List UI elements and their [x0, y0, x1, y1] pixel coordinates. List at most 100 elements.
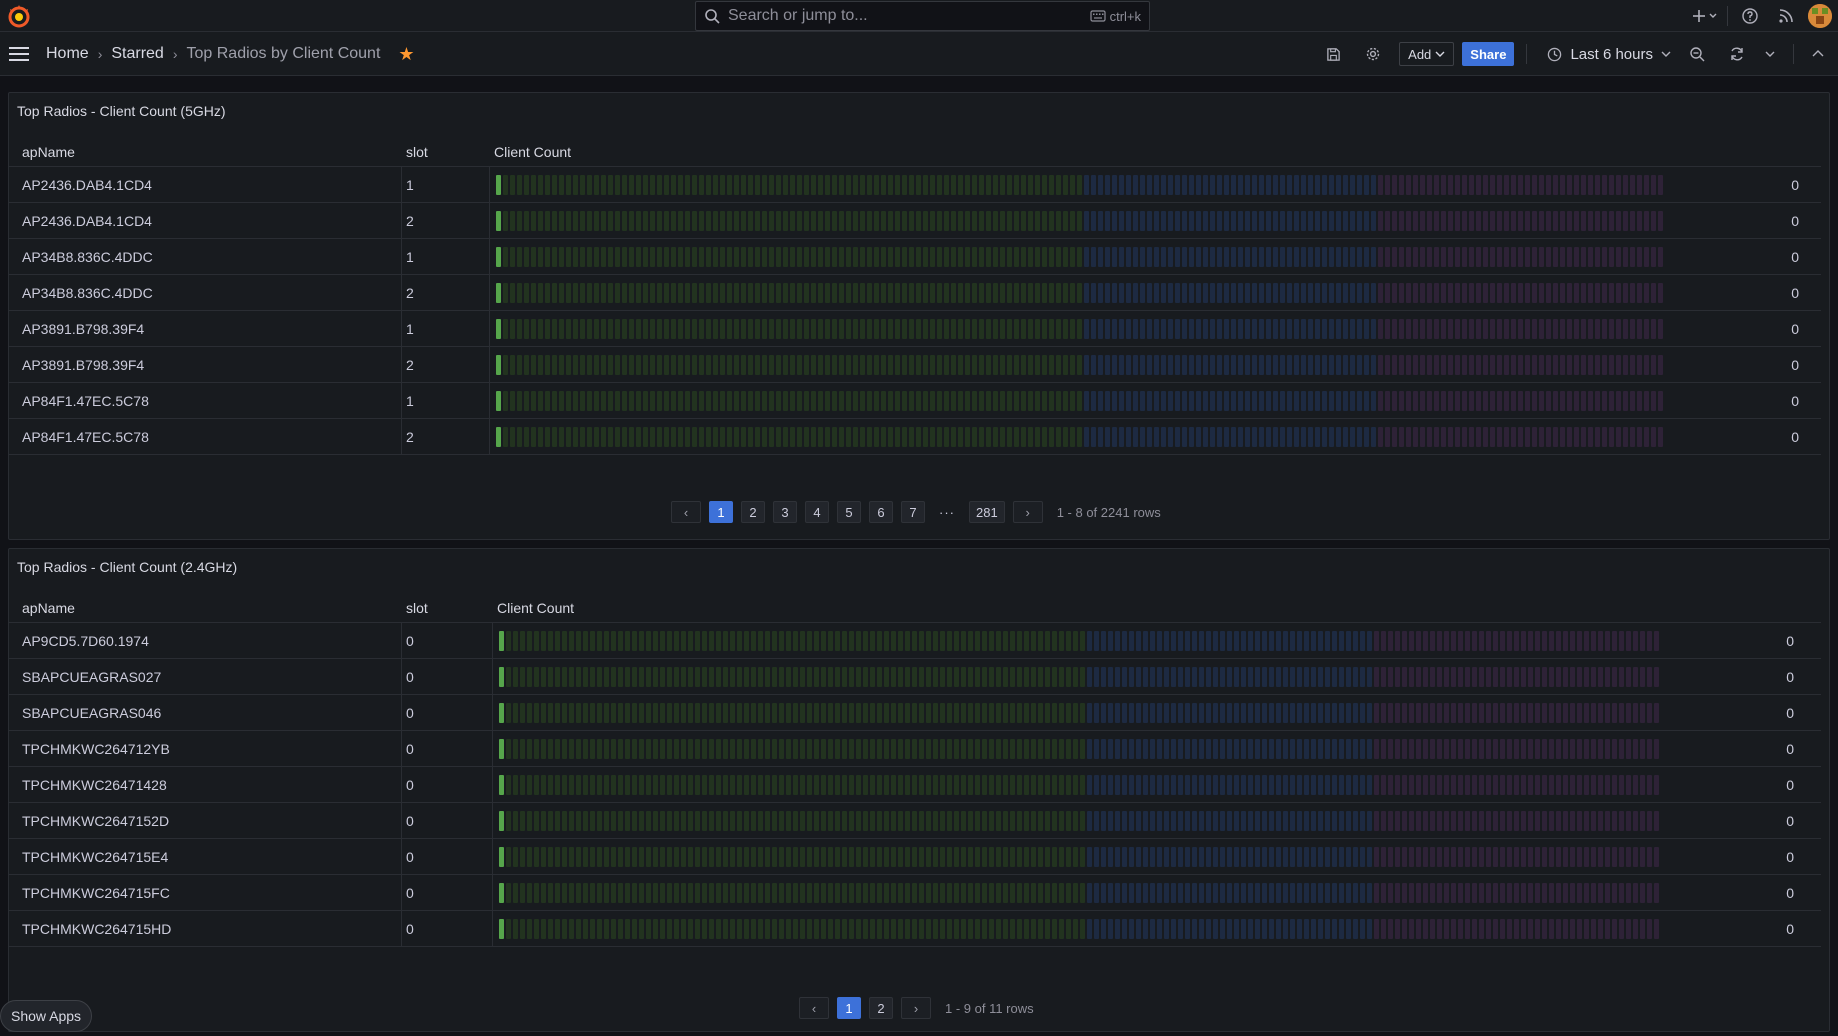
show-apps-button[interactable]: Show Apps [0, 1000, 93, 1032]
gauge-cell [902, 247, 907, 267]
add-button[interactable]: Add [1399, 42, 1455, 66]
search-input[interactable]: Search or jump to... ctrl+k [695, 1, 1150, 31]
refresh-button[interactable] [1717, 41, 1757, 67]
header-apname[interactable]: apName [22, 600, 75, 616]
gauge-cell [1640, 667, 1645, 687]
gauge-cell [716, 703, 721, 723]
refresh-interval-dropdown[interactable] [1757, 41, 1783, 67]
share-button[interactable]: Share [1462, 42, 1515, 66]
gauge-cell [1091, 391, 1096, 411]
star-icon[interactable]: ★ [398, 44, 414, 65]
page-button[interactable]: 2 [869, 997, 893, 1019]
header-slot[interactable]: slot [406, 600, 428, 616]
dashboard-settings-button[interactable] [1353, 41, 1393, 67]
panel-title[interactable]: Top Radios - Client Count (2.4GHz) [17, 559, 237, 575]
zoom-out-button[interactable] [1677, 41, 1717, 67]
chevron-right-icon[interactable]: › [1012, 501, 1043, 523]
gauge-cell [1647, 703, 1652, 723]
header-client-count[interactable]: Client Count [494, 144, 571, 160]
gauge-cell [1203, 211, 1208, 231]
gauge-cell [730, 883, 735, 903]
gauge-cell [1042, 175, 1047, 195]
grafana-logo-icon[interactable] [6, 3, 32, 29]
gauge-cell [706, 175, 711, 195]
gauge-cell [898, 775, 903, 795]
chevron-left-icon[interactable]: ‹ [671, 501, 701, 523]
header-apname[interactable]: apName [22, 144, 75, 160]
page-button[interactable]: 6 [869, 501, 893, 523]
gauge-cell [716, 631, 721, 651]
gauge-cell [814, 883, 819, 903]
gauge-cell [1518, 427, 1523, 447]
avatar[interactable] [1808, 4, 1832, 28]
gauge-cell [1381, 883, 1386, 903]
gauge-cell [741, 391, 746, 411]
gauge-cell [1161, 355, 1166, 375]
gauge-cell [898, 739, 903, 759]
gauge-cell [1182, 211, 1187, 231]
page-button[interactable]: 5 [837, 501, 861, 523]
gauge-cell [1451, 739, 1456, 759]
gauge-cell [1294, 427, 1299, 447]
gauge-cell [1000, 247, 1005, 267]
page-button-last[interactable]: 281 [969, 501, 1005, 523]
breadcrumb-home[interactable]: Home [46, 45, 89, 63]
gauge-cell [1399, 175, 1404, 195]
page-button[interactable]: 4 [805, 501, 829, 523]
hamburger-menu-icon[interactable] [8, 43, 30, 65]
breadcrumb-starred[interactable]: Starred [111, 45, 163, 63]
gauge-cell [576, 811, 581, 831]
gauge-cell [1063, 427, 1068, 447]
page-button[interactable]: 3 [773, 501, 797, 523]
gauge-cell [524, 355, 529, 375]
table-row: TPCHMKWC264715HD 0 0 [9, 911, 1821, 947]
new-menu-button[interactable] [1687, 0, 1723, 32]
gauge-cell [811, 319, 816, 339]
gauge-cell [527, 811, 532, 831]
chevron-left-icon[interactable]: ‹ [799, 997, 829, 1019]
gauge-cell [1553, 427, 1558, 447]
gauge-cell [1556, 775, 1561, 795]
gauge-cell [1521, 739, 1526, 759]
save-dashboard-button[interactable] [1313, 41, 1353, 67]
gauge-cell [800, 631, 805, 651]
gauge-cell [916, 391, 921, 411]
gauge-cell [506, 739, 511, 759]
gauge-cell [1581, 175, 1586, 195]
help-button[interactable] [1732, 0, 1768, 32]
gauge-cell [1077, 355, 1082, 375]
gauge-cell [1577, 667, 1582, 687]
news-button[interactable] [1768, 0, 1804, 32]
gauge-cell [555, 847, 560, 867]
gauge-cell [1546, 427, 1551, 447]
gauge-cell [709, 739, 714, 759]
gauge-cell [1434, 175, 1439, 195]
gauge-cell [891, 919, 896, 939]
panel-title[interactable]: Top Radios - Client Count (5GHz) [17, 103, 226, 119]
header-slot[interactable]: slot [406, 144, 428, 160]
collapse-toolbar-button[interactable] [1798, 41, 1838, 67]
header-client-count[interactable]: Client Count [497, 600, 574, 616]
gauge-cell [996, 919, 1001, 939]
page-button[interactable]: 1 [709, 501, 733, 523]
gauge-cell [1238, 175, 1243, 195]
gauge-cell [709, 703, 714, 723]
time-range-picker[interactable]: Last 6 hours [1541, 46, 1677, 63]
gauge-cell [688, 631, 693, 651]
gauge-cell [671, 283, 676, 303]
gauge-cell [779, 631, 784, 651]
chevron-right-icon[interactable]: › [901, 997, 931, 1019]
page-button[interactable]: 7 [901, 501, 925, 523]
gauge-cell [839, 427, 844, 447]
gauge-cell [1546, 391, 1551, 411]
gauge-cell [1206, 631, 1211, 651]
gauge-cell [1651, 427, 1656, 447]
gauge-cell [541, 631, 546, 651]
gauge-cell [646, 775, 651, 795]
gauge-cell [1605, 919, 1610, 939]
gauge-cell [625, 847, 630, 867]
page-button[interactable]: 1 [837, 997, 861, 1019]
page-button[interactable]: 2 [741, 501, 765, 523]
gauge-cell [1084, 247, 1089, 267]
gauge-cell [513, 631, 518, 651]
